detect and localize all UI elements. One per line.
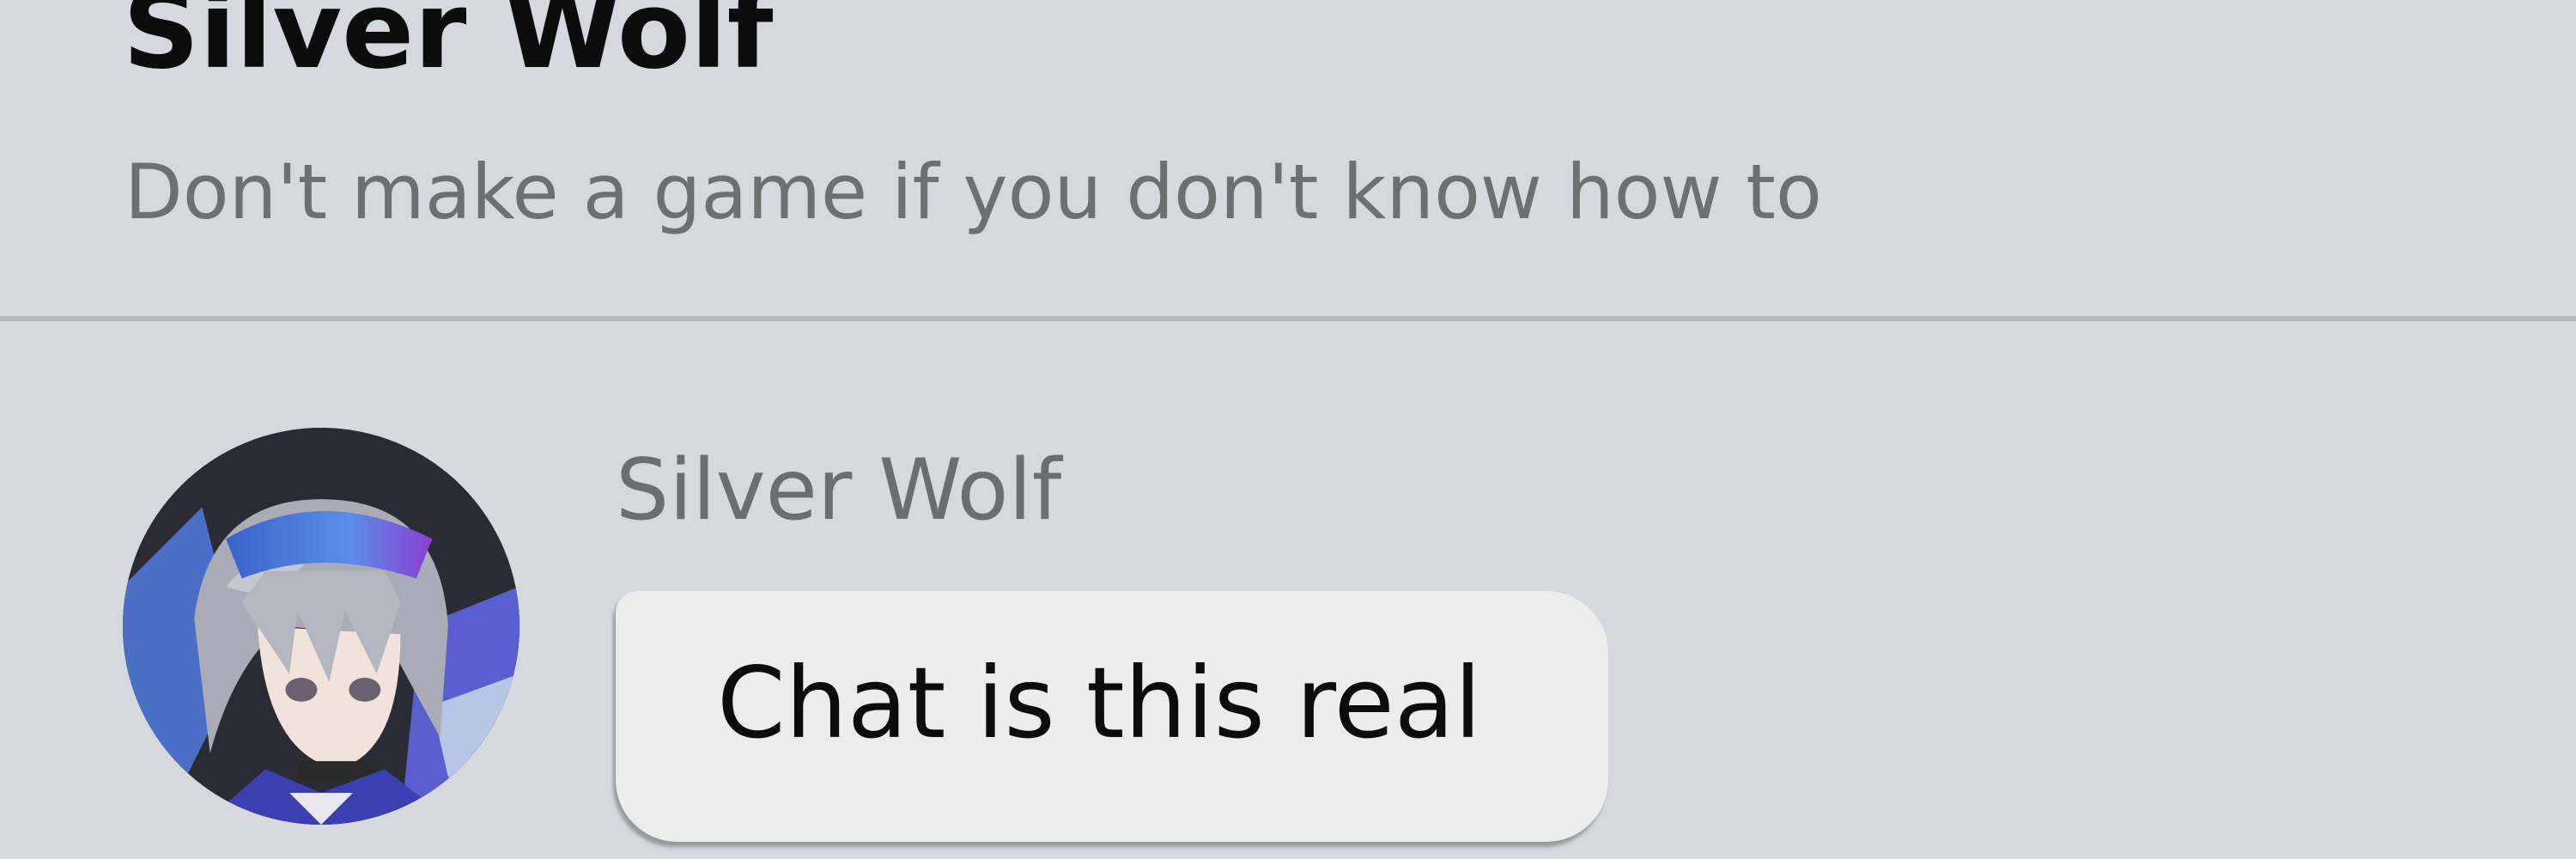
message-row: Silver Wolf Chat is this real	[0, 326, 2576, 859]
sender-avatar[interactable]	[123, 428, 519, 825]
silver-wolf-avatar-icon	[123, 428, 519, 825]
chat-subtitle: Don't make a game if you don't know how …	[125, 148, 1822, 236]
sender-name: Silver Wolf	[616, 442, 1062, 539]
chat-title: Silver Wolf	[123, 0, 774, 93]
message-bubble[interactable]: Chat is this real	[616, 591, 1608, 842]
chat-window: Silver Wolf Don't make a game if you don…	[0, 0, 2576, 859]
chat-header: Silver Wolf Don't make a game if you don…	[0, 0, 2576, 321]
message-text: Chat is this real	[717, 646, 1482, 760]
